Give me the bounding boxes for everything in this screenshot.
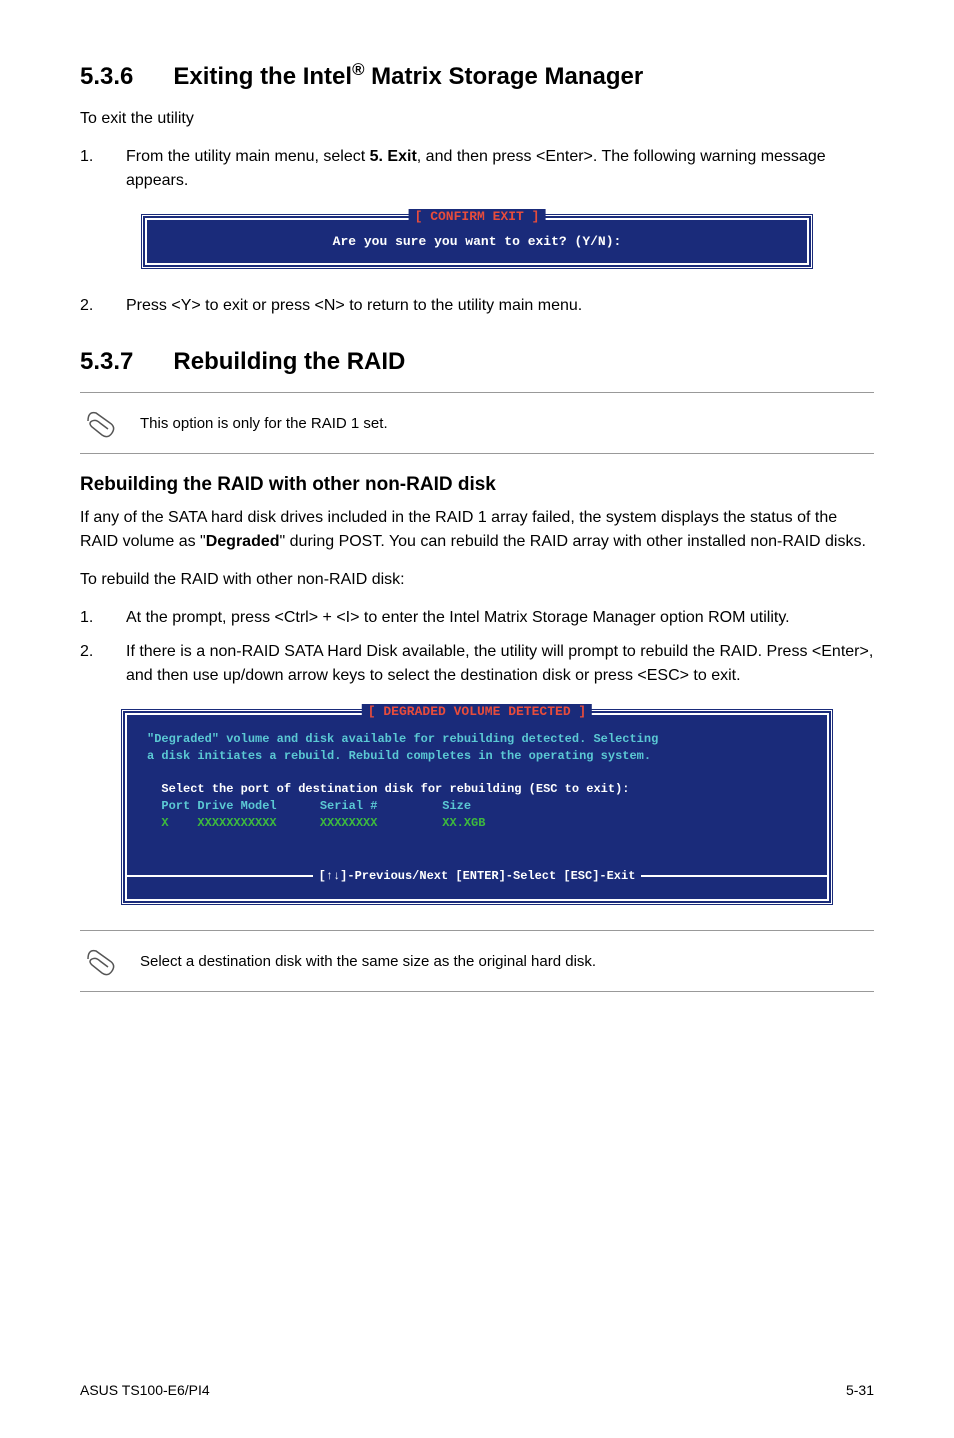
rebuild-step-1: 1. At the prompt, press <Ctrl> + <I> to … <box>80 606 874 630</box>
terminal-body: "Degraded" volume and disk available for… <box>147 731 807 865</box>
paragraph-1: If any of the SATA hard disk drives incl… <box>80 506 874 554</box>
step-1: 1. From the utility main menu, select 5.… <box>80 145 874 193</box>
footer-left: ASUS TS100-E6/PI4 <box>80 1382 210 1398</box>
step-text: If there is a non-RAID SATA Hard Disk av… <box>126 643 873 684</box>
t-select: Select the port of destination disk for … <box>161 782 629 796</box>
note-text: Select a destination disk with the same … <box>140 951 596 972</box>
terminal-title: [ CONFIRM EXIT ] <box>409 209 546 224</box>
note-paperclip-icon <box>80 403 120 443</box>
section-title-pre: Exiting the Intel <box>173 63 352 90</box>
section-heading-537: 5.3.7 Rebuilding the RAID <box>80 348 874 376</box>
section-number: 5.3.6 <box>80 63 133 91</box>
terminal-footer: [↑↓]-Previous/Next [ENTER]-Select [ESC]-… <box>127 877 827 899</box>
step-2: 2. Press <Y> to exit or press <N> to ret… <box>80 294 874 318</box>
para1-bold: Degraded <box>206 533 280 550</box>
footer-right: 5-31 <box>846 1382 874 1398</box>
note-paperclip-icon <box>80 941 120 981</box>
degraded-terminal: [ DEGRADED VOLUME DETECTED ] "Degraded" … <box>120 708 834 906</box>
intro-text: To exit the utility <box>80 107 874 131</box>
t-row: X XXXXXXXXXXX XXXXXXXX XX.XGB <box>161 816 485 830</box>
terminal-title: [ DEGRADED VOLUME DETECTED ] <box>362 704 592 719</box>
terminal-text: Are you sure you want to exit? (Y/N): <box>167 234 787 249</box>
section-heading-536: 5.3.6 Exiting the Intel® Matrix Storage M… <box>80 60 874 91</box>
step-num: 1. <box>80 145 93 169</box>
rebuild-step-2: 2. If there is a non-RAID SATA Hard Disk… <box>80 640 874 688</box>
step-text: At the prompt, press <Ctrl> + <I> to ent… <box>126 609 790 626</box>
step-num: 1. <box>80 606 93 630</box>
section-title: Rebuilding the RAID <box>173 348 405 375</box>
step-text: Press <Y> to exit or press <N> to return… <box>126 297 582 314</box>
note-text: This option is only for the RAID 1 set. <box>140 413 388 434</box>
paragraph-2: To rebuild the RAID with other non-RAID … <box>80 568 874 592</box>
page-footer: ASUS TS100-E6/PI4 5-31 <box>80 1382 874 1398</box>
note-raid1: This option is only for the RAID 1 set. <box>80 392 874 454</box>
note-destination: Select a destination disk with the same … <box>80 930 874 992</box>
t-header: Port Drive Model Serial # Size <box>161 799 471 813</box>
t-line1: "Degraded" volume and disk available for… <box>147 732 658 746</box>
t-footer-text: [↑↓]-Previous/Next [ENTER]-Select [ESC]-… <box>313 869 642 883</box>
para1-b: " during POST. You can rebuild the RAID … <box>280 533 866 550</box>
section-number: 5.3.7 <box>80 348 133 376</box>
step-bold: 5. Exit <box>370 148 417 165</box>
section-title-sup: ® <box>352 60 364 79</box>
step-text-a: From the utility main menu, select <box>126 148 370 165</box>
step-num: 2. <box>80 294 93 318</box>
subheading: Rebuilding the RAID with other non-RAID … <box>80 474 874 496</box>
confirm-exit-terminal: [ CONFIRM EXIT ] Are you sure you want t… <box>140 213 814 270</box>
t-line2: a disk initiates a rebuild. Rebuild comp… <box>147 749 651 763</box>
section-title-post: Matrix Storage Manager <box>364 63 643 90</box>
step-num: 2. <box>80 640 93 664</box>
